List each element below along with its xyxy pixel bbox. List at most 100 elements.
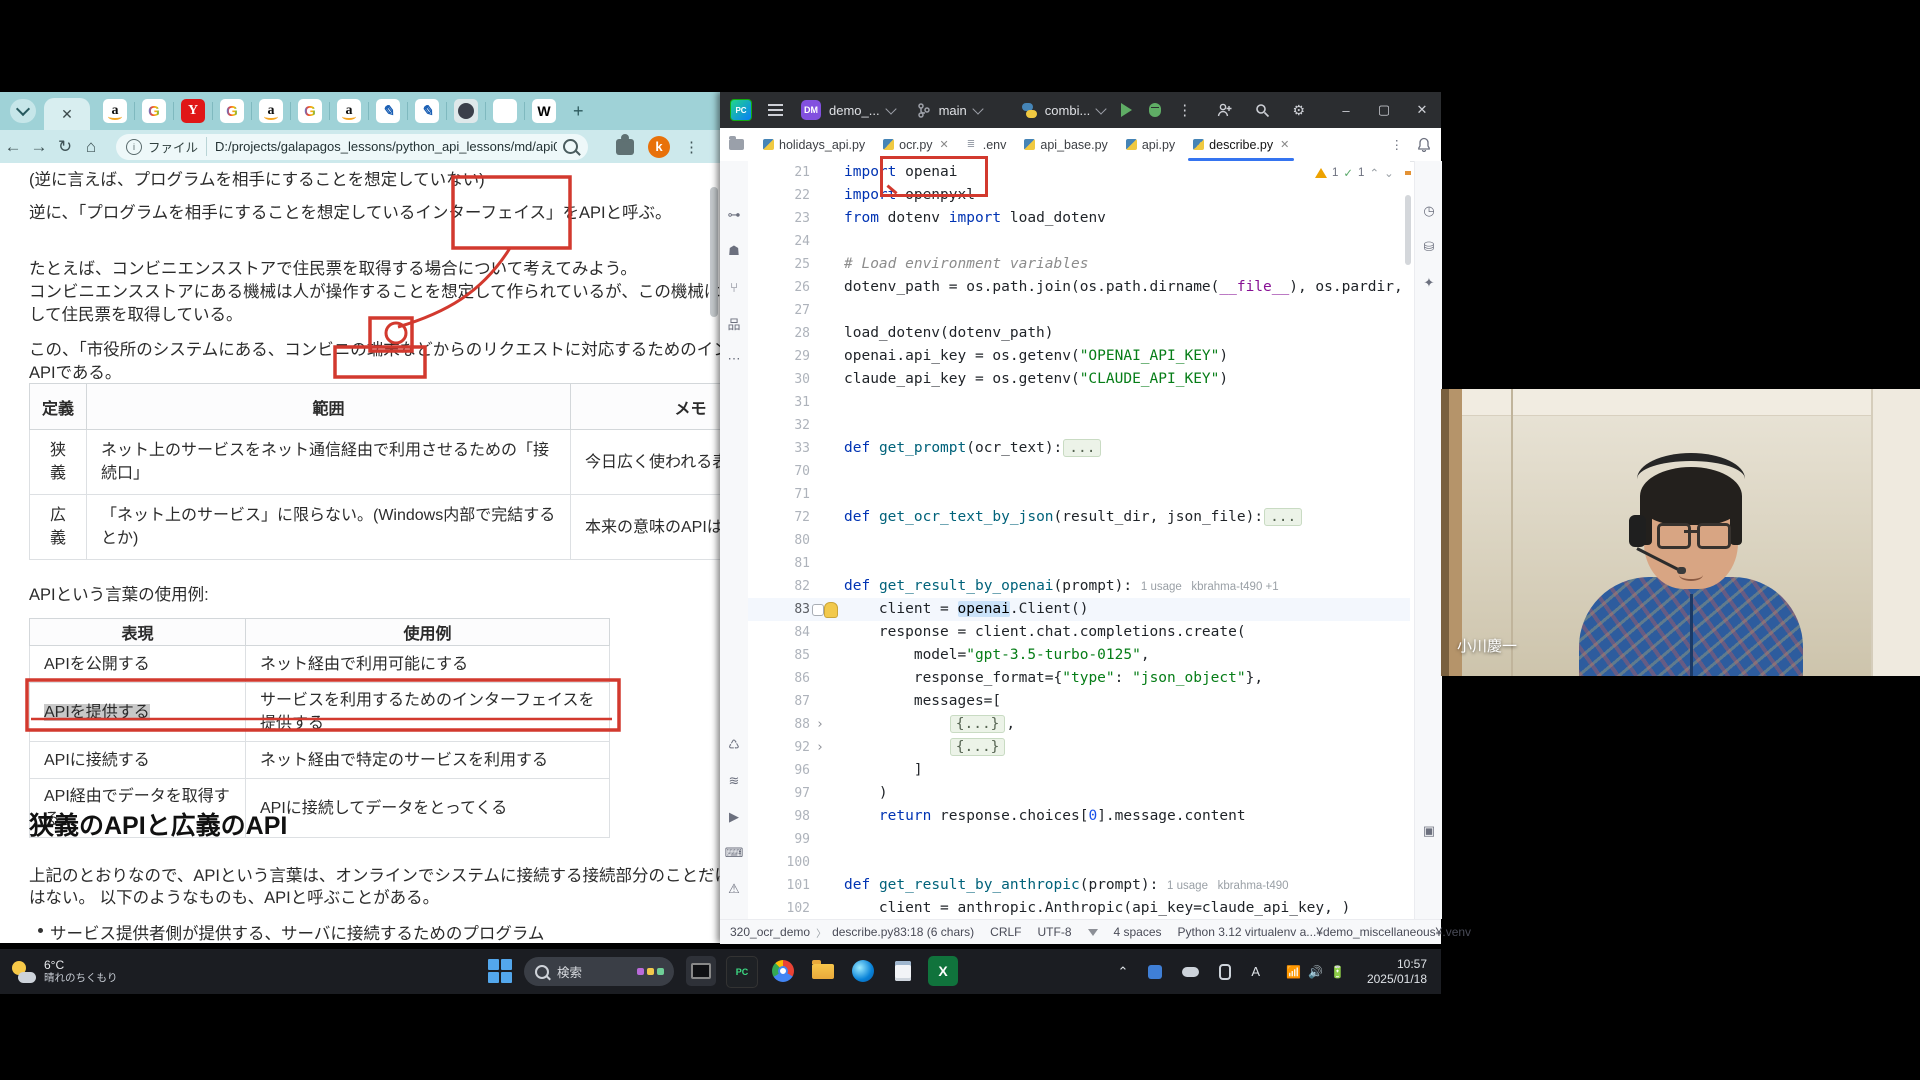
line-number[interactable]: 100 <box>748 851 816 874</box>
learn-tool-icon[interactable]: ▣ <box>1415 818 1443 844</box>
code-line-102[interactable]: 102 client = anthropic.Anthropic(api_key… <box>748 897 1410 919</box>
line-number[interactable]: 85 <box>748 644 816 667</box>
filter-icon[interactable] <box>1088 929 1098 936</box>
breadcrumb-file[interactable]: describe.py <box>832 925 893 939</box>
amazon-favicon[interactable]: a <box>259 99 283 123</box>
notepad-taskbar-icon[interactable] <box>888 956 918 986</box>
line-number[interactable]: 101 <box>748 874 816 897</box>
code-line-98[interactable]: 98 return response.choices[0].message.co… <box>748 805 1410 828</box>
code-line-80[interactable]: 80 <box>748 529 1410 552</box>
onedrive-cloud-icon[interactable] <box>1182 967 1199 977</box>
code-line-82[interactable]: 82def get_result_by_openai(prompt): 1 us… <box>748 575 1410 598</box>
code-line-27[interactable]: 27 <box>748 299 1410 322</box>
pen-favicon[interactable]: ✎ <box>376 99 400 123</box>
pull-request-tool-icon[interactable]: ⑂ <box>720 274 748 300</box>
editor-tab-api_base-py[interactable]: api_base.py <box>1015 129 1116 161</box>
code-line-32[interactable]: 32 <box>748 414 1410 437</box>
browser-active-tab[interactable]: ✕ <box>44 98 90 130</box>
line-number[interactable]: 96 <box>748 759 816 782</box>
project-badge[interactable]: DM <box>801 100 821 120</box>
code-with-me-icon[interactable] <box>1217 103 1233 117</box>
line-number[interactable]: 81 <box>748 552 816 575</box>
line-number[interactable]: 22 <box>748 184 816 207</box>
code-line-84[interactable]: 84 response = client.chat.completions.cr… <box>748 621 1410 644</box>
zoom-search-icon[interactable] <box>563 139 578 154</box>
intention-bulb-icon[interactable] <box>824 602 838 618</box>
caret-position[interactable]: 83:18 (6 chars) <box>893 925 974 939</box>
project-name[interactable]: demo_... <box>829 103 880 118</box>
taskbar-clock[interactable]: 10:57 2025/01/18 <box>1367 957 1427 987</box>
network-volume-battery-icons[interactable]: 📶🔊🔋 <box>1286 965 1345 979</box>
search-everywhere-icon[interactable] <box>1255 103 1270 118</box>
code-line-30[interactable]: 30claude_api_key = os.getenv("CLAUDE_API… <box>748 368 1410 391</box>
structure-tool-icon[interactable]: 品 <box>720 310 748 336</box>
code-line-92[interactable]: 92› {...} <box>748 736 1410 759</box>
tab-search-chevron-icon[interactable] <box>10 99 36 123</box>
code-line-72[interactable]: 72def get_ocr_text_by_json(result_dir, j… <box>748 506 1410 529</box>
editor-tab-api-py[interactable]: api.py <box>1117 129 1184 161</box>
line-number[interactable]: 83 <box>748 598 816 621</box>
line-number[interactable]: 86 <box>748 667 816 690</box>
line-ending[interactable]: CRLF <box>990 925 1021 939</box>
code-line-21[interactable]: 21import openai <box>748 161 1410 184</box>
line-number[interactable]: 102 <box>748 897 816 919</box>
yahoo-favicon[interactable]: Y <box>181 99 205 123</box>
microphone-icon[interactable] <box>1219 964 1231 980</box>
tab-options-icon[interactable]: ⋮ <box>1391 137 1404 152</box>
profile-avatar[interactable]: k <box>648 136 670 158</box>
tab-close-icon[interactable]: ✕ <box>61 106 73 123</box>
line-number[interactable]: 25 <box>748 253 816 276</box>
maximize-button[interactable]: ▢ <box>1365 102 1403 118</box>
line-number[interactable]: 98 <box>748 805 816 828</box>
wikipedia-favicon[interactable]: W <box>532 99 556 123</box>
tray-overflow-chevron-icon[interactable]: ⌃ <box>1118 964 1129 980</box>
google-favicon[interactable]: G <box>220 99 244 123</box>
line-number[interactable]: 31 <box>748 391 816 414</box>
line-number[interactable]: 71 <box>748 483 816 506</box>
folder-taskbar-icon[interactable] <box>808 956 838 986</box>
line-number[interactable]: 92 <box>748 736 816 759</box>
editor-tab-holidays_api-py[interactable]: holidays_api.py <box>754 129 874 161</box>
code-line-26[interactable]: 26dotenv_path = os.path.join(os.path.dir… <box>748 276 1410 299</box>
line-number[interactable]: 80 <box>748 529 816 552</box>
run-button[interactable] <box>1121 103 1132 117</box>
line-number[interactable]: 72 <box>748 506 816 529</box>
address-bar[interactable]: i ファイル D:/projects/galapagos_lessons/pyt… <box>116 134 588 160</box>
code-line-29[interactable]: 29openai.api_key = os.getenv("OPENAI_API… <box>748 345 1410 368</box>
browser-scrollbar[interactable] <box>710 187 718 317</box>
editor-scrollbar[interactable] <box>1404 161 1412 919</box>
globe-favicon[interactable] <box>454 99 478 123</box>
info-icon[interactable]: i <box>126 139 142 155</box>
code-line-85[interactable]: 85 model="gpt-3.5-turbo-0125", <box>748 644 1410 667</box>
line-number[interactable]: 23 <box>748 207 816 230</box>
new-tab-button[interactable]: + <box>573 101 584 122</box>
code-line-22[interactable]: 22import openpyxl <box>748 184 1410 207</box>
microsoft-favicon[interactable] <box>493 99 517 123</box>
python-interpreter[interactable]: Python 3.12 virtualenv a...¥demo_miscell… <box>1178 925 1472 939</box>
excel-taskbar-icon[interactable]: X <box>928 956 958 986</box>
browser-menu-icon[interactable]: ⋮ <box>684 138 699 156</box>
debug-button[interactable] <box>1149 103 1161 117</box>
line-number[interactable]: 70 <box>748 460 816 483</box>
close-button[interactable]: ✕ <box>1403 102 1441 118</box>
tab-close-icon[interactable]: ✕ <box>1280 138 1289 151</box>
line-number[interactable]: 32 <box>748 414 816 437</box>
shield-tool-icon[interactable]: ☗ <box>720 238 748 264</box>
commit-tool-icon[interactable]: ⊶ <box>720 202 748 228</box>
chrome-taskbar-icon[interactable] <box>768 956 798 986</box>
notifications-bell-icon[interactable] <box>1417 137 1431 152</box>
line-number[interactable]: 24 <box>748 230 816 253</box>
more-actions-icon[interactable]: ⋮ <box>1177 101 1192 119</box>
monitor-taskbar-icon[interactable] <box>686 956 716 986</box>
line-number[interactable]: 26 <box>748 276 816 299</box>
git-branch-name[interactable]: main <box>939 103 967 118</box>
problems-tool-icon[interactable]: ⚠ <box>720 876 748 902</box>
code-line-86[interactable]: 86 response_format={"type": "json_object… <box>748 667 1410 690</box>
reload-icon[interactable]: ↻ <box>52 137 78 157</box>
code-line-23[interactable]: 23from dotenv import load_dotenv <box>748 207 1410 230</box>
taskbar-search[interactable]: 検索 <box>524 957 674 986</box>
line-number[interactable]: 27 <box>748 299 816 322</box>
line-number[interactable]: 97 <box>748 782 816 805</box>
fold-arrow-icon[interactable]: › <box>816 736 824 759</box>
amazon-favicon[interactable]: a <box>337 99 361 123</box>
